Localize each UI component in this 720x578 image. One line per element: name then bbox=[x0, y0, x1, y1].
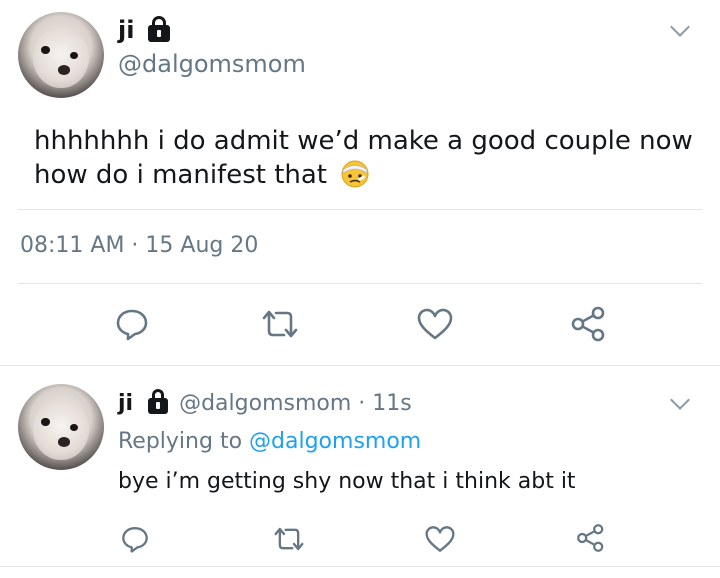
share-icon bbox=[577, 524, 604, 552]
chevron-down-icon[interactable] bbox=[670, 390, 690, 410]
share-button[interactable] bbox=[575, 522, 607, 554]
separator-dot: · bbox=[358, 391, 366, 416]
timestamp[interactable]: 08:11 AM · 15 Aug 20 bbox=[20, 232, 258, 260]
avatar[interactable] bbox=[18, 384, 104, 470]
lock-icon bbox=[146, 388, 170, 414]
tweet-text-line-1: hhhhhhh i do admit we’d make a good coup… bbox=[34, 126, 693, 156]
display-name[interactable]: ji bbox=[118, 391, 133, 416]
like-icon bbox=[425, 526, 455, 552]
reply-text: bye i’m getting shy now that i think abt… bbox=[118, 469, 576, 494]
reply-icon bbox=[122, 527, 148, 553]
replying-to: Replying to @dalgomsmom bbox=[118, 428, 421, 456]
reply-button[interactable] bbox=[120, 524, 150, 554]
share-icon bbox=[571, 306, 605, 342]
handle[interactable]: @dalgomsmom bbox=[179, 391, 351, 416]
replying-prefix: Replying to bbox=[118, 429, 243, 454]
lock-icon bbox=[146, 14, 172, 42]
reply-icon bbox=[116, 309, 148, 341]
reply-header: ji @dalgomsmom · 11s bbox=[118, 388, 412, 418]
retweet-button[interactable] bbox=[260, 306, 300, 342]
divider bbox=[0, 365, 720, 366]
tweet-text-line-2: how do i manifest that bbox=[34, 160, 327, 190]
bandage-face-emoji bbox=[341, 160, 369, 188]
like-button[interactable] bbox=[424, 524, 456, 554]
divider bbox=[18, 209, 702, 210]
retweet-icon bbox=[262, 310, 298, 338]
reply-button[interactable] bbox=[114, 306, 150, 342]
share-button[interactable] bbox=[569, 304, 609, 344]
retweet-button[interactable] bbox=[272, 524, 306, 554]
time-ago[interactable]: 11s bbox=[372, 391, 411, 416]
retweet-icon bbox=[274, 527, 304, 551]
like-icon bbox=[417, 308, 453, 340]
handle[interactable]: @dalgomsmom bbox=[118, 50, 306, 78]
replying-to-link[interactable]: @dalgomsmom bbox=[249, 429, 421, 454]
divider bbox=[18, 283, 702, 284]
like-button[interactable] bbox=[416, 306, 454, 342]
divider bbox=[0, 566, 720, 567]
tweet-text: hhhhhhh i do admit we’d make a good coup… bbox=[34, 124, 694, 192]
display-name[interactable]: ji bbox=[118, 16, 134, 44]
avatar[interactable] bbox=[18, 12, 104, 98]
chevron-down-icon[interactable] bbox=[670, 17, 690, 37]
